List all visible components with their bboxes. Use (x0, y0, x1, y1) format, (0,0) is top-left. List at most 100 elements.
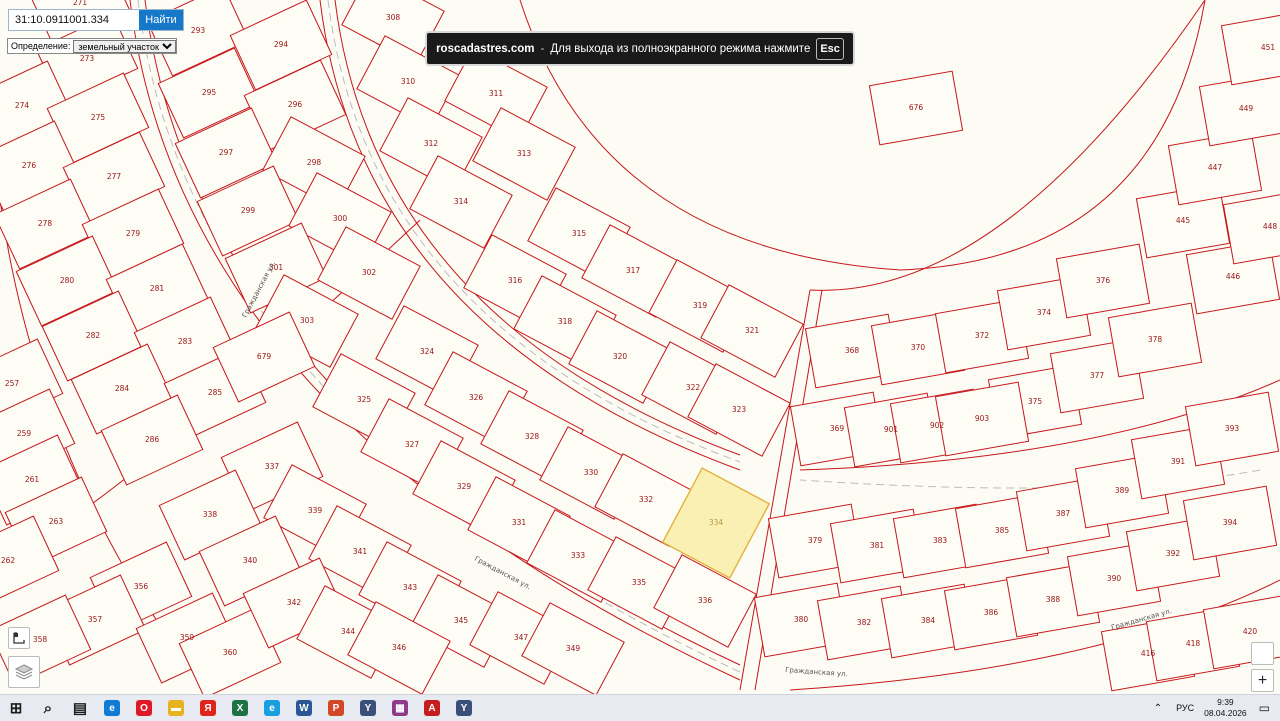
parcel-label: 330 (584, 468, 599, 477)
parcel-label: 449 (1239, 104, 1254, 113)
parcel-label: 296 (288, 100, 303, 109)
parcel-label: 369 (830, 424, 845, 433)
notifications-icon[interactable]: ▭ (1259, 701, 1270, 715)
parcel-label: 346 (392, 643, 407, 652)
archive-icon-glyph: ▦ (392, 700, 408, 716)
parcel-label: 295 (202, 88, 217, 97)
windows-start-icon-glyph: ⊞ (9, 700, 23, 717)
definition-selector: Определение: земельный участок (7, 38, 178, 54)
parcel-label: 331 (512, 518, 527, 527)
parcel-label: 271 (73, 0, 88, 7)
fullscreen-message: Для выхода из полноэкранного режима нажм… (550, 42, 811, 55)
parcel-label: 283 (178, 337, 193, 346)
parcel-label: 385 (995, 526, 1010, 535)
language-indicator[interactable]: РУС (1176, 703, 1194, 713)
ie-icon[interactable]: e (256, 695, 288, 721)
parcel-label: 282 (86, 331, 101, 340)
excel-icon[interactable]: X (224, 695, 256, 721)
parcel-label: 281 (150, 284, 165, 293)
yandex-browser-2-icon[interactable]: Y (448, 695, 480, 721)
map-canvas[interactable]: 271 273 274 275 276 277 278 279 280 281 282 283 284 2… (0, 0, 1280, 694)
parcel-label: 277 (107, 172, 122, 181)
parcel-label: 333 (571, 551, 586, 560)
parcel-label: 420 (1243, 627, 1258, 636)
parcel-label: 297 (219, 148, 234, 157)
map-control-button[interactable] (1251, 642, 1274, 665)
parcel-label: 335 (632, 578, 647, 587)
parcel-label: 327 (405, 440, 420, 449)
edge-icon[interactable]: e (96, 695, 128, 721)
esc-key[interactable]: Esc (816, 37, 844, 60)
parcel-label: 377 (1090, 371, 1105, 380)
parcel-label: 387 (1056, 509, 1071, 518)
parcel-label: 259 (17, 429, 32, 438)
parcel-label: 389 (1115, 486, 1130, 495)
frame-select-icon[interactable] (8, 627, 30, 649)
opera-icon[interactable]: O (128, 695, 160, 721)
parcel-label: 332 (639, 495, 654, 504)
definition-select[interactable]: земельный участок (73, 39, 177, 53)
ie-icon-glyph: e (264, 700, 280, 716)
archive-icon[interactable]: ▦ (384, 695, 416, 721)
acrobat-icon[interactable]: A (416, 695, 448, 721)
parcel-label: 386 (984, 608, 999, 617)
parcel-label: 343 (403, 583, 418, 592)
parcel-label: 273 (80, 54, 95, 63)
banner-separator: - (540, 42, 545, 55)
parcel-label: 313 (517, 149, 532, 158)
parcel-label: 323 (732, 405, 747, 414)
parcel-label: 451 (1261, 43, 1276, 52)
parcel-label: 392 (1166, 549, 1181, 558)
parcel-label: 280 (60, 276, 75, 285)
parcels-layer (0, 0, 1280, 694)
parcel-label: 257 (5, 379, 20, 388)
excel-icon-glyph: X (232, 700, 248, 716)
opera-icon-glyph: O (136, 700, 152, 716)
cadastral-map[interactable]: 271 273 274 275 276 277 278 279 280 281 282 283 284 2… (0, 0, 1280, 694)
powerpoint-icon[interactable]: P (320, 695, 352, 721)
windows-taskbar: ⊞ ⌕ ▤ e O ▬ Я Xe W P Y ▦ A Y ⌃ РУС 9:39 08.04.2026 ▭ (0, 694, 1280, 721)
parcel-label: 319 (693, 301, 708, 310)
parcel-label: 314 (454, 197, 469, 206)
parcel-label: 342 (287, 598, 302, 607)
explorer-icon[interactable]: ▬ (160, 695, 192, 721)
powerpoint-icon-glyph: P (328, 700, 344, 716)
parcel-label: 325 (357, 395, 372, 404)
parcel-label: 278 (38, 219, 53, 228)
parcel-label: 368 (845, 346, 860, 355)
yandex-browser-icon[interactable]: Y (352, 695, 384, 721)
clock[interactable]: 9:39 08.04.2026 (1204, 697, 1247, 719)
word-icon[interactable]: W (288, 695, 320, 721)
parcel-label: 336 (698, 596, 713, 605)
clock-date: 08.04.2026 (1204, 708, 1247, 718)
chevron-up-icon[interactable]: ⌃ (1154, 703, 1162, 714)
parcel-label: 262 (1, 556, 16, 565)
search-icon[interactable]: ⌕ (32, 695, 64, 721)
cadastral-number-input[interactable] (9, 10, 139, 30)
parcel-label: 447 (1208, 163, 1223, 172)
layers-icon[interactable] (8, 656, 40, 688)
parcel-label: 445 (1176, 216, 1191, 225)
find-button[interactable]: Найти (139, 10, 183, 30)
parcel-label: 285 (208, 388, 223, 397)
parcel-label: 334 (709, 518, 724, 527)
parcel-label: 390 (1107, 574, 1122, 583)
parcel-label: 381 (870, 541, 885, 550)
windows-start-icon[interactable]: ⊞ (0, 695, 32, 721)
yandex-icon[interactable]: Я (192, 695, 224, 721)
parcel-label: 276 (22, 161, 37, 170)
parcel-label: 340 (243, 556, 258, 565)
parcel-label: 279 (126, 229, 141, 238)
parcel-label: 679 (257, 352, 272, 361)
parcel-label: 308 (386, 13, 401, 22)
parcel-label: 293 (191, 26, 206, 35)
parcel-label: 448 (1263, 222, 1278, 231)
task-view-icon[interactable]: ▤ (64, 695, 96, 721)
parcel-label: 418 (1186, 639, 1201, 648)
parcel-label: 393 (1225, 424, 1240, 433)
parcel-label: 376 (1096, 276, 1111, 285)
parcel-label: 299 (241, 206, 256, 215)
zoom-in-button[interactable]: + (1251, 669, 1274, 692)
parcel-label: 324 (420, 347, 435, 356)
parcel-label: 358 (33, 635, 48, 644)
